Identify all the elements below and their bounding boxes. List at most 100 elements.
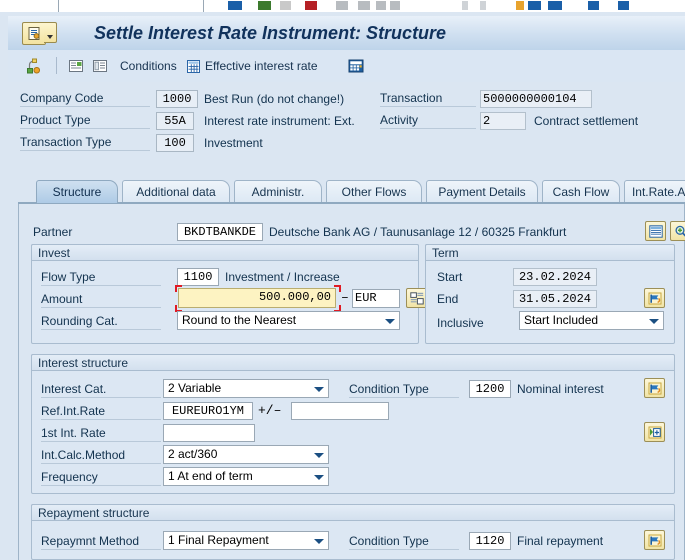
currency-field[interactable]: EUR bbox=[352, 289, 400, 308]
frequency-value: 1 At end of term bbox=[168, 469, 253, 483]
repaymnt-method-select[interactable]: 1 Final Repayment bbox=[163, 531, 329, 550]
repaymnt-method-value: 1 Final Repayment bbox=[168, 533, 269, 547]
transaction-type-field[interactable]: 100 bbox=[156, 134, 194, 152]
previous-page-icon[interactable] bbox=[390, 1, 400, 10]
title-bar: Settle Interest Rate Instrument: Structu… bbox=[8, 16, 685, 51]
structure-icon bbox=[26, 58, 42, 74]
tab-payment-details[interactable]: Payment Details bbox=[426, 180, 538, 203]
transaction-label: Transaction bbox=[380, 91, 476, 107]
rounding-cat-value: Round to the Nearest bbox=[182, 313, 296, 327]
flag-arrow-icon[interactable] bbox=[644, 378, 665, 398]
command-field[interactable] bbox=[58, 0, 204, 12]
command-bar bbox=[0, 0, 685, 12]
toolbar-conditions-button[interactable]: Conditions bbox=[120, 55, 177, 77]
print-icon[interactable] bbox=[305, 1, 317, 10]
interest-cat-select[interactable]: 2 Variable bbox=[163, 379, 329, 398]
first-page-icon[interactable] bbox=[376, 1, 386, 10]
tab-additional-data-label: Additional data bbox=[136, 185, 215, 199]
repayment-condition-type-text: Final repayment bbox=[517, 534, 603, 548]
inclusive-select[interactable]: Start Included bbox=[519, 311, 664, 330]
customize-icon[interactable] bbox=[548, 1, 562, 10]
int-calc-method-label: Int.Calc.Method bbox=[41, 448, 161, 464]
company-code-field[interactable]: 1000 bbox=[156, 90, 198, 108]
start-date-field[interactable]: 23.02.2024 bbox=[513, 268, 597, 286]
flag-arrow-icon[interactable] bbox=[644, 288, 665, 308]
tab-additional-data[interactable]: Additional data bbox=[122, 180, 230, 203]
frequency-select[interactable]: 1 At end of term bbox=[163, 467, 329, 486]
tab-structure[interactable]: Structure bbox=[36, 180, 118, 203]
ref-int-rate-spread-field[interactable] bbox=[291, 402, 389, 420]
address-card-icon[interactable] bbox=[645, 221, 666, 241]
toolbar-table-button[interactable] bbox=[92, 55, 108, 77]
page-title: Settle Interest Rate Instrument: Structu… bbox=[94, 23, 446, 44]
transaction-field[interactable]: 5000000000104 bbox=[480, 90, 592, 108]
rounding-cat-select[interactable]: Round to the Nearest bbox=[177, 311, 400, 330]
transaction-type-text: Investment bbox=[204, 136, 263, 150]
toolbar-structure-button[interactable] bbox=[26, 55, 42, 77]
tab-payment-details-label: Payment Details bbox=[438, 185, 525, 199]
amount-field[interactable]: 500.000,00 bbox=[178, 288, 336, 308]
tab-other-flows[interactable]: Other Flows bbox=[326, 180, 422, 203]
toolbar-calculator-button[interactable] bbox=[348, 55, 364, 77]
sap-gui-window: Settle Interest Rate Instrument: Structu… bbox=[0, 0, 685, 560]
toolbar-effective-interest-rate-label: Effective interest rate bbox=[205, 59, 318, 73]
chevron-down-icon bbox=[314, 387, 324, 392]
partner-field[interactable]: BKDTBANKDE bbox=[177, 223, 263, 241]
find-next-icon[interactable] bbox=[358, 1, 370, 10]
transaction-icon bbox=[22, 22, 46, 45]
insert-row-icon[interactable] bbox=[644, 422, 665, 442]
table-display-icon bbox=[92, 58, 108, 74]
find-icon[interactable] bbox=[336, 1, 348, 10]
exit-icon[interactable] bbox=[258, 1, 271, 10]
save-icon[interactable] bbox=[228, 1, 242, 10]
inclusive-value: Start Included bbox=[524, 313, 598, 327]
ref-int-rate-field[interactable]: EUREURO1YM bbox=[163, 402, 253, 420]
interest-condition-type-label: Condition Type bbox=[349, 382, 459, 398]
company-code-label: Company Code bbox=[20, 91, 150, 107]
interest-condition-type-field[interactable]: 1200 bbox=[469, 380, 511, 398]
tab-administr[interactable]: Administr. bbox=[234, 180, 322, 203]
int-calc-method-value: 2 act/360 bbox=[168, 447, 217, 461]
ref-int-rate-sign-label: +/– bbox=[258, 403, 281, 418]
product-type-field[interactable]: 55A bbox=[156, 112, 194, 130]
partner-text: Deutsche Bank AG / Taunusanlage 12 / 603… bbox=[269, 225, 566, 239]
start-label: Start bbox=[437, 270, 462, 285]
help-icon[interactable] bbox=[588, 1, 599, 10]
flag-arrow-icon[interactable] bbox=[644, 530, 665, 550]
detail-document-icon bbox=[68, 58, 84, 74]
transaction-type-label: Transaction Type bbox=[20, 135, 150, 151]
flow-type-field[interactable]: 1100 bbox=[177, 268, 219, 286]
chevron-down-icon bbox=[649, 319, 659, 324]
chevron-down-icon bbox=[314, 539, 324, 544]
first-int-rate-field[interactable] bbox=[163, 424, 255, 442]
end-date-field[interactable]: 31.05.2024 bbox=[513, 290, 597, 308]
toolbar-effective-interest-rate-button[interactable]: Effective interest rate bbox=[186, 55, 318, 77]
currency-convert-icon[interactable] bbox=[406, 288, 427, 308]
create-shortcut-icon[interactable] bbox=[528, 1, 541, 10]
title-menu-button[interactable] bbox=[44, 22, 57, 43]
amount-focus-corner bbox=[334, 285, 341, 292]
repayment-condition-type-field[interactable]: 1120 bbox=[469, 532, 511, 550]
toolbar-detail-button[interactable] bbox=[68, 55, 84, 77]
calculator-grid-icon bbox=[186, 59, 201, 74]
tab-int-rate-adj[interactable]: Int.Rate.Adj. bbox=[624, 180, 685, 203]
repayment-condition-type-label: Condition Type bbox=[349, 534, 459, 550]
next-page-icon[interactable] bbox=[462, 1, 468, 10]
flow-type-label: Flow Type bbox=[41, 270, 161, 286]
activity-field[interactable]: 2 bbox=[480, 112, 526, 130]
header-attributes: Company Code 1000 Best Run (do not chang… bbox=[8, 82, 685, 174]
new-session-icon[interactable] bbox=[516, 1, 524, 10]
cancel-icon[interactable] bbox=[280, 1, 291, 10]
chevron-down-icon bbox=[314, 453, 324, 458]
layout-menu-icon[interactable] bbox=[618, 1, 629, 10]
last-page-icon[interactable] bbox=[480, 1, 486, 10]
tab-cash-flow[interactable]: Cash Flow bbox=[542, 180, 620, 203]
int-calc-method-select[interactable]: 2 act/360 bbox=[163, 445, 329, 464]
frequency-label: Frequency bbox=[41, 470, 161, 486]
tab-other-flows-label: Other Flows bbox=[342, 185, 407, 199]
search-icon[interactable] bbox=[670, 221, 685, 241]
end-label: End bbox=[437, 292, 458, 307]
product-type-label: Product Type bbox=[20, 113, 150, 129]
toolbar-separator bbox=[56, 57, 57, 74]
ref-int-rate-label: Ref.Int.Rate bbox=[41, 404, 161, 420]
